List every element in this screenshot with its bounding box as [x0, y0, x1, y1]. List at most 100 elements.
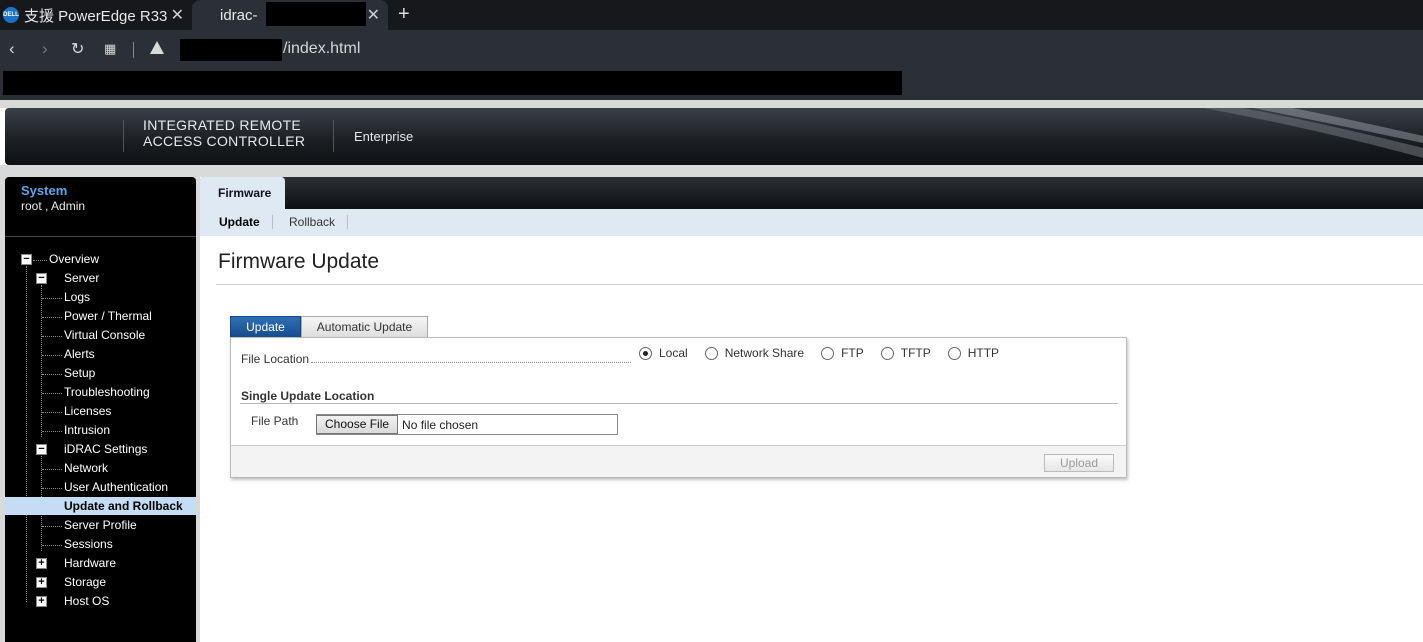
close-icon[interactable]: ✕	[171, 5, 184, 25]
tree-item-overview[interactable]: Overview	[49, 250, 99, 268]
edition-label: Enterprise	[354, 129, 414, 144]
update-panel: File Location Local Network Share FTP TF…	[230, 337, 1127, 478]
main-tab-bar: Firmware	[200, 177, 1423, 209]
inner-tab-update[interactable]: Update	[230, 316, 301, 339]
tree-branch	[42, 431, 62, 432]
tree-item-host-os[interactable]: Host OS	[64, 592, 109, 610]
bookmarks-bar	[0, 70, 1423, 100]
redacted-block	[180, 39, 282, 61]
tree-branch	[42, 488, 62, 489]
tree-branch	[42, 412, 62, 413]
content-area: Firmware Update Rollback Firmware Update…	[200, 177, 1423, 642]
upload-button[interactable]: Upload	[1044, 454, 1114, 472]
file-path-input[interactable]: Choose File No file chosen	[316, 414, 618, 435]
expand-icon[interactable]: +	[36, 577, 47, 588]
leader-dots	[311, 362, 631, 363]
radio-label-http: HTTP	[967, 346, 1000, 360]
tree-line	[26, 266, 27, 602]
warning-icon[interactable]	[150, 41, 164, 54]
radio-label-local: Local	[659, 346, 688, 360]
header-swoosh-decoration	[1203, 108, 1423, 158]
radio-local[interactable]	[639, 346, 652, 360]
single-update-heading: Single Update Location	[241, 389, 375, 403]
tree-item-setup[interactable]: Setup	[64, 364, 95, 382]
subtab-rollback[interactable]: Rollback	[289, 215, 349, 229]
collapse-icon[interactable]: −	[21, 254, 32, 265]
tree-item-troubleshooting[interactable]: Troubleshooting	[64, 383, 150, 401]
tree-item-power-thermal[interactable]: Power / Thermal	[64, 307, 152, 325]
back-arrow-icon[interactable]: ‹	[9, 39, 15, 59]
close-icon[interactable]: ✕	[367, 5, 380, 25]
radio-label-ftp: FTP	[841, 346, 864, 360]
system-header: System root , Admin	[5, 177, 196, 237]
tree-branch	[42, 317, 62, 318]
tree-item-user-authentication[interactable]: User Authentication	[64, 478, 168, 496]
section-divider	[240, 403, 1118, 404]
radio-label-network-share: Network Share	[724, 346, 805, 360]
new-tab-plus-icon[interactable]: +	[398, 3, 410, 26]
tree-branch	[42, 469, 62, 470]
dell-logo-icon: DELL	[3, 7, 19, 23]
file-path-label: File Path	[251, 414, 299, 428]
tree-item-virtual-console[interactable]: Virtual Console	[64, 326, 145, 344]
subtab-update[interactable]: Update	[219, 215, 273, 229]
forward-arrow-icon[interactable]: ›	[42, 39, 48, 59]
tree-item-licenses[interactable]: Licenses	[64, 402, 111, 420]
inner-tab-automatic-update[interactable]: Automatic Update	[301, 316, 428, 339]
tree-line	[41, 285, 42, 437]
browser-tab-support[interactable]: DELL 支援 PowerEdge R33 ✕	[0, 0, 192, 30]
tree-item-idrac-settings[interactable]: iDRAC Settings	[64, 440, 147, 458]
radio-ftp[interactable]	[821, 346, 835, 360]
tree-branch	[42, 545, 62, 546]
tree-branch	[33, 260, 47, 261]
tree-item-server-profile[interactable]: Server Profile	[64, 516, 137, 534]
brand-line: INTEGRATED REMOTE	[143, 117, 302, 133]
idrac-header: INTEGRATED REMOTE ACCESS CONTROLLER Ente…	[5, 108, 1423, 165]
tree-item-update-and-rollback[interactable]: Update and Rollback	[5, 497, 196, 515]
tree-item-logs[interactable]: Logs	[64, 288, 90, 306]
tree-branch	[42, 393, 62, 394]
collapse-icon[interactable]: −	[36, 273, 47, 284]
address-bar-url[interactable]: /index.html	[283, 40, 360, 58]
header-divider	[333, 120, 334, 152]
no-file-text: No file chosen	[402, 417, 479, 432]
tree-branch	[42, 526, 62, 527]
reload-icon[interactable]: ↻	[71, 39, 84, 59]
file-location-label: File Location	[241, 352, 310, 366]
tree-item-server[interactable]: Server	[64, 269, 99, 287]
tree-item-network[interactable]: Network	[64, 459, 108, 477]
brand-title: INTEGRATED REMOTE ACCESS CONTROLLER	[143, 117, 305, 149]
radio-tftp[interactable]	[880, 346, 894, 360]
header-divider	[123, 120, 124, 152]
title-divider	[216, 284, 1423, 285]
radio-network-share[interactable]	[704, 346, 718, 360]
page-title: Firmware Update	[218, 250, 380, 273]
tree-item-intrusion[interactable]: Intrusion	[64, 421, 110, 439]
tree-item-alerts[interactable]: Alerts	[64, 345, 95, 363]
tree-item-hardware[interactable]: Hardware	[64, 554, 116, 572]
subtab-bar: Update Rollback	[200, 209, 1423, 236]
system-link[interactable]: System	[21, 183, 67, 198]
redacted-block	[3, 71, 902, 95]
tree-item-storage[interactable]: Storage	[64, 573, 106, 591]
radio-http[interactable]	[947, 346, 961, 360]
browser-tab-title: 支援 PowerEdge R33	[24, 7, 167, 25]
panel-footer: Upload	[231, 445, 1126, 477]
system-tree-panel: System root , Admin − Overview − Server …	[5, 177, 196, 642]
redacted-block	[266, 2, 366, 26]
tab-firmware[interactable]: Firmware	[200, 177, 285, 209]
tree-branch	[42, 336, 62, 337]
tree-branch	[42, 298, 62, 299]
browser-toolbar: ‹ › ↻ ▦ /index.html	[0, 30, 1423, 70]
browser-tab-title: idrac-	[220, 6, 258, 24]
apps-grid-icon[interactable]: ▦	[104, 41, 116, 57]
current-user: root , Admin	[21, 199, 86, 213]
expand-icon[interactable]: +	[36, 558, 47, 569]
tree-item-sessions[interactable]: Sessions	[64, 535, 113, 553]
choose-file-button[interactable]: Choose File	[316, 415, 399, 434]
page-gap	[0, 100, 1423, 108]
file-location-radio-group: Local Network Share FTP TFTP HTTP	[639, 346, 1016, 360]
browser-tab-bar: DELL 支援 PowerEdge R33 ✕ idrac- ✕ +	[0, 0, 1423, 30]
expand-icon[interactable]: +	[36, 596, 47, 607]
collapse-icon[interactable]: −	[36, 444, 47, 455]
